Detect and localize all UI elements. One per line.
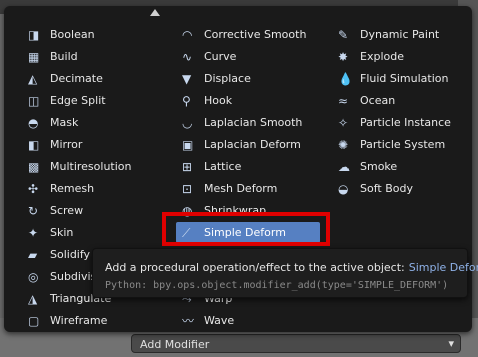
tooltip: Add a procedural operation/effect to the… — [92, 248, 478, 298]
menu-item-label: Curve — [204, 50, 237, 63]
curve-icon: ∿ — [182, 50, 193, 64]
skin-icon: ✦ — [28, 226, 39, 240]
mask-icon: ◓ — [28, 116, 39, 130]
menu-item-decimate[interactable]: ◭ Decimate — [28, 68, 168, 89]
menu-item-wave[interactable]: 〰 Wave — [182, 310, 330, 331]
menu-item-mirror[interactable]: ◧ Mirror — [28, 134, 168, 155]
explode-icon: ✸ — [338, 50, 349, 64]
menu-item-label: Skin — [50, 226, 74, 239]
menu-item-smoke[interactable]: ☁ Smoke — [338, 156, 466, 177]
menu-item-label: Mask — [50, 116, 79, 129]
menu-item-build[interactable]: ▦ Build — [28, 46, 168, 67]
boolean-icon: ◨ — [28, 28, 40, 42]
menu-item-label: Mesh Deform — [204, 182, 278, 195]
menu-item-multiresolution[interactable]: ▩ Multiresolution — [28, 156, 168, 177]
particle-instance-icon: ✧ — [338, 116, 349, 130]
dynamic-paint-icon: ✎ — [338, 28, 349, 42]
menu-item-particle-system[interactable]: ✺ Particle System — [338, 134, 466, 155]
menu-item-lattice[interactable]: ⊞ Lattice — [182, 156, 330, 177]
laplacian-smooth-icon: ◡ — [182, 116, 193, 130]
tooltip-operator-name: Simple Deform — [408, 261, 478, 274]
menu-item-label: Wireframe — [50, 314, 108, 327]
scroll-up-arrow-icon[interactable] — [150, 9, 160, 16]
edge-split-icon: ◫ — [28, 94, 40, 108]
menu-item-label: Dynamic Paint — [360, 28, 440, 41]
menu-item-wireframe[interactable]: ▢ Wireframe — [28, 310, 168, 331]
subdivision-icon: ◎ — [28, 270, 39, 284]
menu-item-label: Remesh — [50, 182, 95, 195]
mirror-icon: ◧ — [28, 138, 40, 152]
screw-icon: ↻ — [28, 204, 39, 218]
tooltip-python: Python: bpy.ops.object.modifier_add(type… — [105, 280, 449, 291]
add-modifier-label: Add Modifier — [140, 338, 210, 351]
menu-item-boolean[interactable]: ◨ Boolean — [28, 24, 168, 45]
menu-item-label: Explode — [360, 50, 404, 63]
menu-item-label: Multiresolution — [50, 160, 132, 173]
menu-item-label: Corrective Smooth — [204, 28, 307, 41]
tooltip-description: Add a procedural operation/effect to the… — [105, 261, 478, 274]
menu-item-fluid[interactable]: 💧 Fluid Simulation — [338, 68, 466, 89]
menu-item-label: Build — [50, 50, 78, 63]
menu-item-screw[interactable]: ↻ Screw — [28, 200, 168, 221]
menu-item-soft-body[interactable]: ◒ Soft Body — [338, 178, 466, 199]
displace-icon: ▼ — [182, 72, 192, 86]
triangulate-icon: ◮ — [28, 292, 38, 306]
menu-item-ocean[interactable]: ≈ Ocean — [338, 90, 466, 111]
ocean-icon: ≈ — [338, 94, 349, 108]
build-icon: ▦ — [28, 50, 40, 64]
menu-item-label: Laplacian Deform — [204, 138, 301, 151]
hook-icon: ⚲ — [182, 94, 191, 108]
menu-item-label: Hook — [204, 94, 233, 107]
menu-item-mask[interactable]: ◓ Mask — [28, 112, 168, 133]
soft-body-icon: ◒ — [338, 182, 349, 196]
solidify-icon: ▰ — [28, 248, 38, 262]
wave-icon: 〰 — [182, 314, 195, 328]
menu-item-label: Solidify — [50, 248, 91, 261]
corrective-smooth-icon: ◠ — [182, 28, 193, 42]
menu-item-label: Displace — [204, 72, 251, 85]
menu-item-laplacian-smooth[interactable]: ◡ Laplacian Smooth — [182, 112, 330, 133]
menu-item-label: Mirror — [50, 138, 83, 151]
menu-item-hook[interactable]: ⚲ Hook — [182, 90, 330, 111]
menu-item-displace[interactable]: ▼ Displace — [182, 68, 330, 89]
menu-item-explode[interactable]: ✸ Explode — [338, 46, 466, 67]
callout-highlight-box — [162, 212, 330, 246]
tooltip-description-text: Add a procedural operation/effect to the… — [105, 261, 405, 274]
remesh-icon: ✣ — [28, 182, 39, 196]
menu-item-label: Edge Split — [50, 94, 106, 107]
menu-item-label: Fluid Simulation — [360, 72, 449, 85]
laplacian-deform-icon: ▣ — [182, 138, 194, 152]
menu-item-skin[interactable]: ✦ Skin — [28, 222, 168, 243]
menu-item-label: Particle System — [360, 138, 446, 151]
menu-item-label: Soft Body — [360, 182, 413, 195]
menu-item-label: Decimate — [50, 72, 103, 85]
chevron-down-icon: ▾ — [448, 337, 454, 350]
menu-item-label: Lattice — [204, 160, 242, 173]
particle-system-icon: ✺ — [338, 138, 349, 152]
lattice-icon: ⊞ — [182, 160, 193, 174]
wireframe-icon: ▢ — [28, 314, 40, 328]
decimate-icon: ◭ — [28, 72, 38, 86]
menu-item-remesh[interactable]: ✣ Remesh — [28, 178, 168, 199]
menu-item-label: Ocean — [360, 94, 396, 107]
menu-item-label: Particle Instance — [360, 116, 451, 129]
menu-item-label: Laplacian Smooth — [204, 116, 303, 129]
multiresolution-icon: ▩ — [28, 160, 40, 174]
add-modifier-dropdown[interactable]: Add Modifier ▾ — [131, 334, 461, 353]
menu-item-label: Screw — [50, 204, 84, 217]
fluid-icon: 💧 — [338, 72, 353, 86]
menu-item-curve[interactable]: ∿ Curve — [182, 46, 330, 67]
mesh-deform-icon: ⊡ — [182, 182, 193, 196]
menu-item-edge-split[interactable]: ◫ Edge Split — [28, 90, 168, 111]
menu-item-dynamic-paint[interactable]: ✎ Dynamic Paint — [338, 24, 466, 45]
smoke-icon: ☁ — [338, 160, 350, 174]
menu-item-label: Boolean — [50, 28, 95, 41]
menu-item-particle-instance[interactable]: ✧ Particle Instance — [338, 112, 466, 133]
menu-item-corrective-smooth[interactable]: ◠ Corrective Smooth — [182, 24, 330, 45]
menu-item-label: Wave — [204, 314, 235, 327]
menu-item-mesh-deform[interactable]: ⊡ Mesh Deform — [182, 178, 330, 199]
menu-item-laplacian-deform[interactable]: ▣ Laplacian Deform — [182, 134, 330, 155]
menu-item-label: Smoke — [360, 160, 398, 173]
